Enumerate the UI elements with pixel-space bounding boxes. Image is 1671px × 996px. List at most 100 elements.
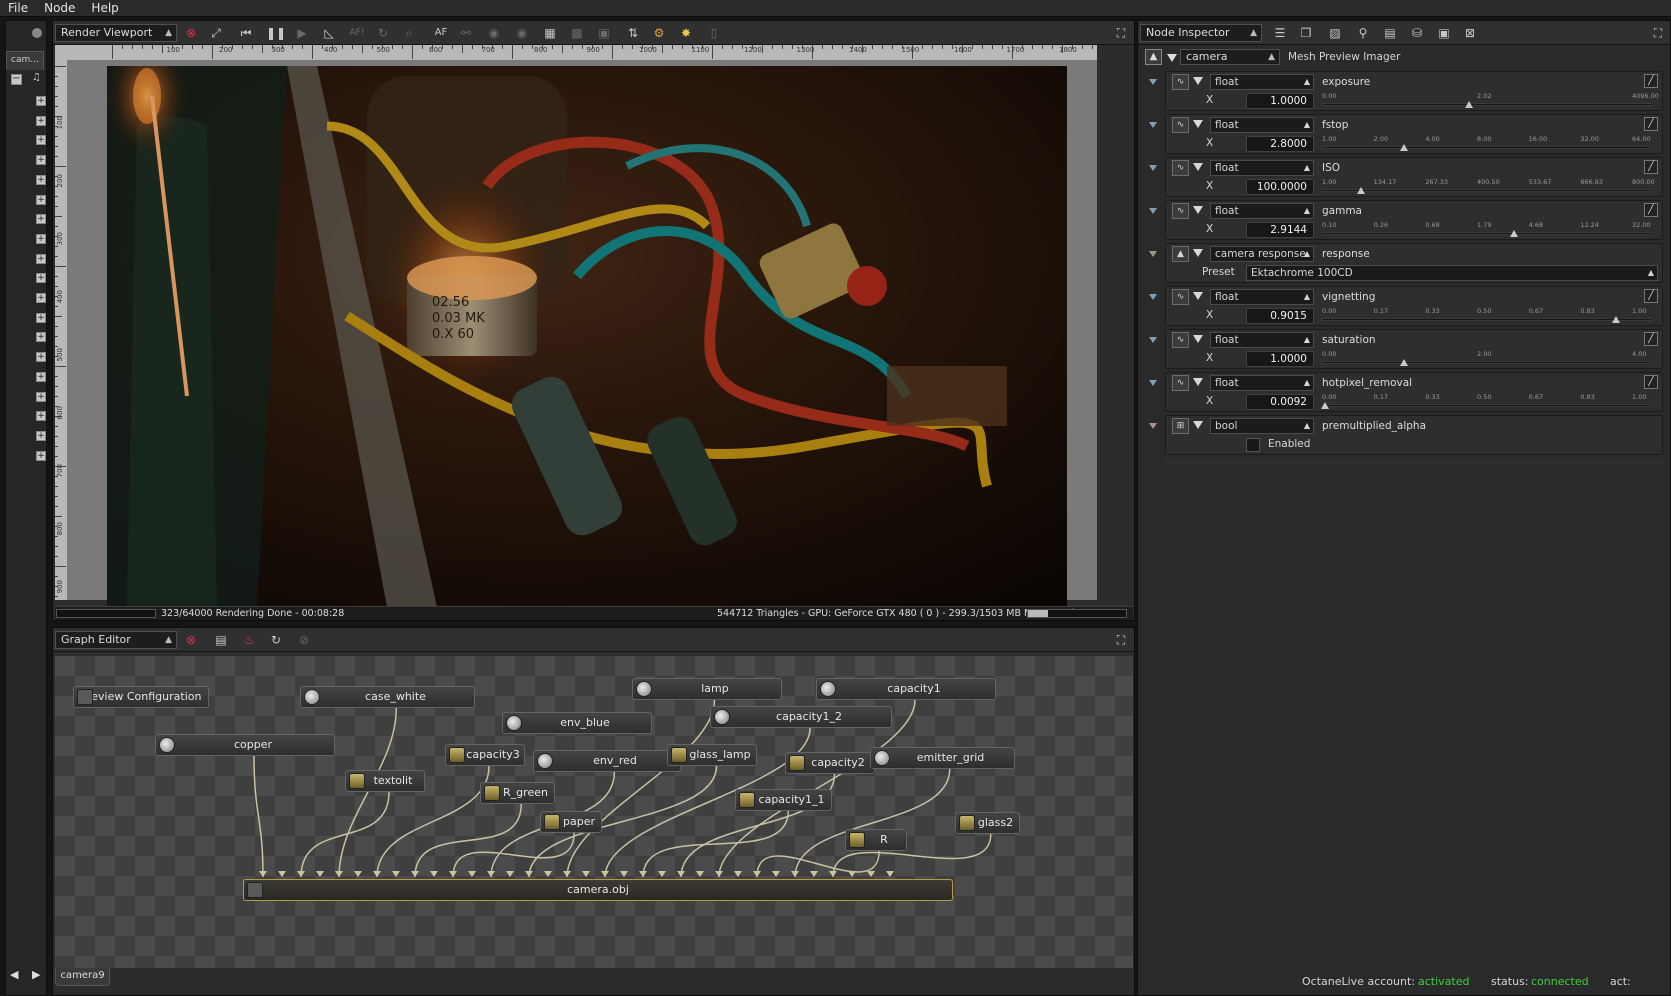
- tree-expand-icon[interactable]: +: [36, 96, 46, 106]
- tree-expand-icon[interactable]: +: [36, 411, 46, 422]
- inspector-select[interactable]: Node Inspector ▲: [1140, 24, 1262, 42]
- input-pin[interactable]: [392, 871, 400, 877]
- node-color-icon[interactable]: ♨: [241, 632, 257, 648]
- collapse-node-icon[interactable]: [1167, 54, 1177, 62]
- tree-expand-icon[interactable]: +: [36, 174, 46, 185]
- param-slider[interactable]: 1.00 134.17 267.33 400.50 533.67 666.83 800.00: [1322, 178, 1655, 198]
- param-collapse-icon[interactable]: [1193, 292, 1203, 300]
- param-collapse-icon[interactable]: [1193, 206, 1203, 214]
- param-toggle-icon[interactable]: [1149, 122, 1157, 128]
- param-value-field[interactable]: 2.9144: [1246, 222, 1314, 238]
- input-pin[interactable]: [772, 871, 780, 877]
- play-icon[interactable]: ▶: [294, 25, 310, 41]
- tree-expand-icon[interactable]: +: [36, 450, 46, 461]
- node-paper[interactable]: paper: [540, 811, 602, 833]
- edit-curve-icon[interactable]: ╱: [1644, 203, 1658, 217]
- param-value-field[interactable]: 1.0000: [1246, 351, 1314, 367]
- edit-curve-icon[interactable]: ╱: [1644, 289, 1658, 303]
- param-value-field[interactable]: 1.0000: [1246, 93, 1314, 109]
- input-pin[interactable]: [544, 871, 552, 877]
- param-toggle-icon[interactable]: [1149, 165, 1157, 171]
- expand-icon[interactable]: ▤: [1382, 25, 1398, 41]
- focus-picker-icon[interactable]: ⚯: [458, 25, 474, 41]
- tree-expand-icon[interactable]: +: [36, 273, 46, 284]
- pause-icon[interactable]: ❚❚: [266, 25, 286, 41]
- node-capacity1-2[interactable]: capacity1_2: [710, 706, 892, 728]
- delete-node-icon[interactable]: ⊗: [183, 632, 199, 648]
- param-type-select[interactable]: float ▲: [1210, 74, 1314, 90]
- input-pin[interactable]: [639, 871, 647, 877]
- picture-icon[interactable]: ▨: [1327, 25, 1343, 41]
- param-collapse-icon[interactable]: [1193, 163, 1203, 171]
- input-pin[interactable]: [430, 871, 438, 877]
- node-R-green[interactable]: R_green: [480, 782, 555, 804]
- param-toggle-icon[interactable]: [1149, 337, 1157, 343]
- edit-curve-icon[interactable]: ╱: [1644, 375, 1658, 389]
- autofocus-dim-icon[interactable]: AF!: [349, 25, 365, 41]
- tree-expand-icon[interactable]: +: [36, 391, 46, 402]
- param-value-field[interactable]: 0.9015: [1246, 308, 1314, 324]
- node-R[interactable]: R: [845, 829, 907, 851]
- param-collapse-icon[interactable]: [1193, 120, 1203, 128]
- add-node-icon[interactable]: ▤: [213, 632, 229, 648]
- graph-editor-select[interactable]: Graph Editor ▲: [55, 631, 177, 649]
- tree-expand-icon[interactable]: +: [36, 194, 46, 205]
- node-glass-lamp[interactable]: glass_lamp: [667, 744, 757, 766]
- param-slider[interactable]: 0.00 0.17 0.33 0.50 0.67 0.83 1.00: [1322, 307, 1652, 327]
- input-pin[interactable]: [373, 871, 381, 877]
- slider-knob[interactable]: [1611, 316, 1620, 323]
- param-collapse-icon[interactable]: [1193, 335, 1203, 343]
- param-toggle-icon[interactable]: [1149, 251, 1157, 257]
- input-pin[interactable]: [563, 871, 571, 877]
- reset-camera-icon[interactable]: ↻: [375, 25, 391, 41]
- region-icon[interactable]: ▦: [542, 25, 558, 41]
- render-output[interactable]: 02.56 0.03 MK 0.X 60: [107, 66, 1067, 607]
- param-toggle-icon[interactable]: [1149, 79, 1157, 85]
- input-pin[interactable]: [468, 871, 476, 877]
- tree-expand-icon[interactable]: +: [36, 233, 46, 244]
- clear-render-icon[interactable]: ⊗: [183, 25, 199, 41]
- enabled-checkbox[interactable]: [1246, 438, 1260, 452]
- param-slider[interactable]: 1.00 2.00 4.00 8.00 16.00 32.00 64.00: [1322, 135, 1652, 155]
- node-emitter-grid[interactable]: emitter_grid: [870, 747, 1015, 769]
- param-value-field[interactable]: 2.8000: [1246, 136, 1314, 152]
- menu-file[interactable]: File: [0, 0, 36, 16]
- node-lamp[interactable]: lamp: [632, 678, 782, 700]
- input-pin[interactable]: [297, 871, 305, 877]
- param-type-select[interactable]: float ▲: [1210, 289, 1314, 305]
- tree-expand-icon[interactable]: +: [36, 155, 46, 166]
- param-type-select[interactable]: float ▲: [1210, 117, 1314, 133]
- input-pin[interactable]: [411, 871, 419, 877]
- node-select[interactable]: camera ▲: [1180, 49, 1280, 65]
- input-pin[interactable]: [791, 871, 799, 877]
- input-pin[interactable]: [449, 871, 457, 877]
- outliner-close-icon[interactable]: [32, 28, 42, 38]
- param-collapse-icon[interactable]: [1193, 249, 1203, 257]
- tree-expand-icon[interactable]: +: [36, 430, 46, 441]
- param-slider[interactable]: 0.00 2.02 4096.00: [1322, 92, 1659, 112]
- menu-node[interactable]: Node: [36, 0, 83, 16]
- filter-region-icon[interactable]: ▩: [569, 25, 585, 41]
- slider-knob[interactable]: [1321, 402, 1329, 409]
- refresh-graph-icon[interactable]: ↻: [268, 632, 284, 648]
- param-toggle-icon[interactable]: [1149, 294, 1157, 300]
- param-type-select[interactable]: bool ▲: [1210, 418, 1314, 434]
- param-toggle-icon[interactable]: [1149, 208, 1157, 214]
- param-type-select[interactable]: float ▲: [1210, 332, 1314, 348]
- slider-knob[interactable]: [1510, 230, 1519, 237]
- node-textolit[interactable]: textolit: [345, 770, 425, 792]
- input-pin[interactable]: [658, 871, 666, 877]
- inspector-maximize-icon[interactable]: ⛶: [1650, 25, 1666, 41]
- tree-expand-icon[interactable]: +: [36, 135, 46, 146]
- input-pin[interactable]: [487, 871, 495, 877]
- input-pin[interactable]: [867, 871, 875, 877]
- input-pin[interactable]: [715, 871, 723, 877]
- slider-knob[interactable]: [1399, 359, 1408, 366]
- input-pin[interactable]: [753, 871, 761, 877]
- graph-tab-camera9[interactable]: camera9: [55, 968, 110, 986]
- param-type-select[interactable]: float ▲: [1210, 375, 1314, 391]
- slider-knob[interactable]: [1357, 187, 1366, 194]
- tree-expand-icon[interactable]: +: [36, 332, 46, 343]
- input-pin[interactable]: [335, 871, 343, 877]
- rewind-icon[interactable]: ⏮: [238, 25, 254, 41]
